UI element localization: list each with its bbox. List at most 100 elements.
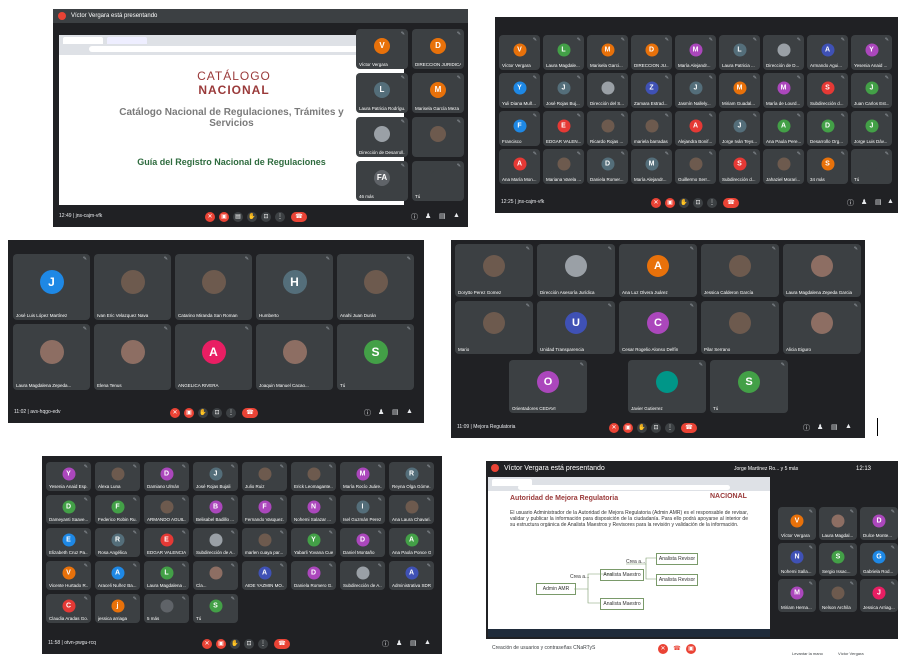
people-icon[interactable]: ♟ — [425, 212, 431, 220]
participant-tile[interactable]: D ✎ DIRECCION JURIDICA — [412, 29, 464, 69]
participant-tile[interactable]: V ✎ Víctor Vergara — [499, 35, 540, 70]
participant-tile[interactable]: ✎ Dorytto Perez Gomez — [455, 244, 533, 297]
participant-tile[interactable]: M ✎ María Alejandr... — [675, 35, 716, 70]
participant-tile[interactable]: N ✎ Nohemi Salazar ... — [291, 495, 336, 524]
camera-off-icon[interactable]: ▣ — [219, 212, 229, 222]
activities-icon[interactable]: ▲ — [424, 639, 431, 646]
participant-tile[interactable]: Y ✎ Yuli Diana Muñ... — [499, 73, 540, 108]
participant-tile[interactable]: C ✎ Cesar Rogelio Alonso Delfín — [619, 301, 697, 354]
more-options-icon[interactable]: ⋮ — [275, 212, 285, 222]
presenter-chip[interactable]: Jorge Martínez Ro... y 5 más — [734, 461, 798, 477]
participant-tile[interactable]: D ✎ Daniel Montaño — [340, 528, 385, 557]
mic-off-icon[interactable]: ✕ — [170, 408, 180, 418]
mic-off-icon[interactable]: ✕ — [202, 639, 212, 649]
chat-icon[interactable]: ▤ — [439, 212, 446, 220]
chat-icon[interactable]: ▤ — [392, 408, 399, 416]
participant-tile[interactable]: ✎ Joaquin Manuel Cacao... — [256, 324, 333, 390]
participant-tile[interactable]: L ✎ Laura Magdalena ... — [144, 561, 189, 590]
people-icon[interactable]: ♟ — [396, 639, 402, 647]
participant-tile[interactable]: B ✎ Belisabel Badillo ... — [193, 495, 238, 524]
participant-tile[interactable]: F ✎ Fernando Vasquez... — [242, 495, 287, 524]
participant-tile[interactable]: S ✎ Subdirección d... — [807, 73, 848, 108]
participant-tile[interactable]: I ✎ Isel Guzmán Perez — [340, 495, 385, 524]
participant-tile[interactable]: J ✎ Jasmín Nallely... — [675, 73, 716, 108]
participant-tile[interactable]: ✎ Nelson Archila — [819, 579, 857, 612]
participant-tile[interactable]: ✎ Mariana Varela ... — [543, 149, 584, 184]
participant-tile[interactable]: A ✎ ANGELICA RIVERA — [175, 324, 252, 390]
participant-tile[interactable]: D ✎ Dulce Monte... — [860, 507, 898, 540]
participant-tile[interactable]: ✎ Guillermo Serr... — [675, 149, 716, 184]
people-icon[interactable]: ♟ — [378, 408, 384, 416]
mic-off-icon[interactable]: ✕ — [651, 198, 661, 208]
participant-tile[interactable]: J ✎ José Rojas Buj... — [543, 73, 584, 108]
present-screen-icon[interactable]: ⊡ — [693, 198, 703, 208]
participant-tile[interactable]: F ✎ Francisco — [499, 111, 540, 146]
participant-tile[interactable]: ✎ Jahaziel Morari... — [763, 149, 804, 184]
participant-tile[interactable]: A ✎ Administrativa SDR — [389, 561, 434, 590]
browser-tab[interactable] — [63, 37, 103, 44]
participant-tile[interactable]: ✎ Ana Laura Chavari... — [389, 495, 434, 524]
participant-tile[interactable]: L ✎ Laura Patricia ... — [719, 35, 760, 70]
participant-tile[interactable]: ✎ marlen cuaya par... — [242, 528, 287, 557]
more-options-icon[interactable]: ⋮ — [226, 408, 236, 418]
info-icon[interactable]: ⓘ — [411, 212, 418, 222]
participant-tile[interactable]: ✎ ARMANDO AGUIL... — [144, 495, 189, 524]
activities-icon[interactable]: ▲ — [453, 212, 460, 219]
participant-tile[interactable]: ✎ Ivan Eric Velazquez Nava — [94, 254, 171, 320]
participant-tile[interactable]: J ✎ Jessica Arriag... — [860, 579, 898, 612]
mic-off-icon[interactable]: ✕ — [658, 644, 668, 654]
raise-hand-button[interactable]: Levantar la mano — [792, 651, 823, 656]
participant-tile[interactable]: ✎ Alicia Eiguro — [783, 301, 861, 354]
participant-tile[interactable]: ✎ Tú — [412, 161, 464, 201]
participant-tile[interactable]: A ✎ Ana Paola Ponce G... — [389, 528, 434, 557]
chat-icon[interactable]: ▤ — [831, 423, 838, 431]
participant-tile[interactable]: ✎ Ricardo Rojas ... — [587, 111, 628, 146]
chat-icon[interactable]: ▤ — [875, 198, 882, 206]
participant-tile[interactable]: ✎ Subdirección de A... — [193, 528, 238, 557]
browser-tab[interactable] — [107, 37, 147, 44]
participant-tile[interactable]: ✎ Laura Magdalena Zepeda... — [13, 324, 90, 390]
participant-tile[interactable]: A ✎ Araceli Nuñez Ba... — [95, 561, 140, 590]
participant-tile[interactable]: ✎ Laura Magdalena Zepeda Garcia — [783, 244, 861, 297]
more-options-icon[interactable]: ⋮ — [665, 423, 675, 433]
participant-tile[interactable]: L ✎ Laura Patricia Rodrígu... — [356, 73, 408, 113]
participant-tile[interactable]: ✎ Laura Magdal... — [819, 507, 857, 540]
mic-off-icon[interactable]: ✕ — [609, 423, 619, 433]
participant-tile[interactable]: ✎ Julio Ruiz — [242, 462, 287, 491]
participant-tile[interactable]: R ✎ Rosa Angélica — [95, 528, 140, 557]
participant-tile[interactable]: ✎ Dirección de D... — [763, 35, 804, 70]
raise-hand-icon[interactable]: ✋ — [637, 423, 647, 433]
participant-tile[interactable]: ✎ Alexa Luna — [95, 462, 140, 491]
activities-icon[interactable]: ▲ — [887, 198, 894, 205]
more-options-icon[interactable]: ⋮ — [258, 639, 268, 649]
participant-tile[interactable]: F ✎ Federico Robin Ru... — [95, 495, 140, 524]
participant-tile[interactable]: ✎ Elena Tenus — [94, 324, 171, 390]
participant-tile[interactable]: FA ✎ 46 más — [356, 161, 408, 201]
participant-tile[interactable]: J ✎ Jorge Iván Teys... — [719, 111, 760, 146]
participant-tile[interactable]: S ✎ 34 más — [807, 149, 848, 184]
participant-tile[interactable]: Y ✎ Yabarli Yovana Cue... — [291, 528, 336, 557]
participant-tile[interactable]: L ✎ Laura Magdale... — [543, 35, 584, 70]
participant-tile[interactable]: A ✎ Ana Paula Pere... — [763, 111, 804, 146]
participant-tile[interactable]: ✎ Pilar Serrano — [701, 301, 779, 354]
present-screen-icon[interactable]: ⊡ — [212, 408, 222, 418]
end-call-button[interactable]: ☎ — [274, 639, 290, 649]
info-icon[interactable]: ⓘ — [364, 408, 371, 418]
participant-tile[interactable]: ✎ Dirección de Desarroll... — [356, 117, 408, 157]
participant-tile[interactable]: D ✎ Damiano Ulmán — [144, 462, 189, 491]
participant-tile[interactable]: M ✎ María Rocío Juáre... — [340, 462, 385, 491]
participant-tile[interactable]: A ✎ Ana María Mon... — [499, 149, 540, 184]
participant-tile[interactable]: S ✎ Tú — [337, 324, 414, 390]
more-options-icon[interactable]: ⋮ — [707, 198, 717, 208]
end-call-button[interactable]: ☎ — [291, 212, 307, 222]
participant-tile[interactable]: D ✎ Dameyanti Saave... — [46, 495, 91, 524]
info-icon[interactable]: ⓘ — [847, 198, 854, 208]
activities-icon[interactable]: ▲ — [845, 423, 852, 430]
participant-tile[interactable]: S ✎ Tú — [193, 594, 238, 623]
present-screen-icon[interactable]: ⊡ — [261, 212, 271, 222]
participant-tile[interactable]: ✎ Dirección Asesoría Jurídica — [537, 244, 615, 297]
camera-off-icon[interactable]: ▣ — [686, 644, 696, 654]
camera-off-icon[interactable]: ▣ — [623, 423, 633, 433]
participant-tile[interactable]: M ✎ Marisela García Meza — [412, 73, 464, 113]
participant-tile[interactable]: ✎ Subdirección de A... — [340, 561, 385, 590]
